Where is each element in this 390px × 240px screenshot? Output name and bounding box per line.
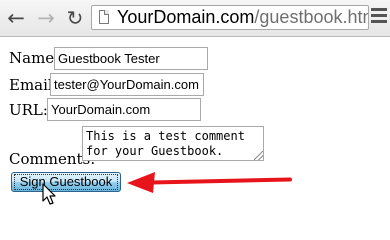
name-field[interactable]: Guestbook Tester bbox=[54, 47, 208, 70]
address-url: YourDomain.com/guestbook.htm bbox=[117, 7, 369, 28]
page-icon bbox=[99, 10, 109, 24]
back-button[interactable]: ← bbox=[4, 6, 28, 30]
url-domain: YourDomain.com bbox=[117, 7, 255, 27]
url-path: /guestbook.htm bbox=[254, 7, 369, 27]
comments-textarea[interactable]: This is a test comment for your Guestboo… bbox=[82, 126, 264, 161]
resize-grip-icon[interactable] bbox=[254, 151, 263, 160]
sign-guestbook-button[interactable]: Sign Guestbook bbox=[11, 172, 121, 192]
mouse-cursor-icon bbox=[42, 183, 56, 205]
url-label: URL: bbox=[9, 101, 48, 119]
url-field[interactable]: YourDomain.com bbox=[47, 98, 201, 121]
address-bar[interactable]: YourDomain.com/guestbook.htm bbox=[91, 5, 369, 30]
reload-button[interactable]: ↻ bbox=[63, 6, 87, 30]
browser-toolbar: ← → ↻ YourDomain.com/guestbook.htm bbox=[0, 0, 390, 37]
forward-button[interactable]: → bbox=[34, 6, 58, 30]
hamburger-menu-icon[interactable] bbox=[371, 8, 387, 26]
red-arrow-icon bbox=[127, 172, 292, 193]
email-field[interactable]: tester@YourDomain.com bbox=[50, 73, 204, 96]
name-label: Name: bbox=[9, 49, 60, 67]
